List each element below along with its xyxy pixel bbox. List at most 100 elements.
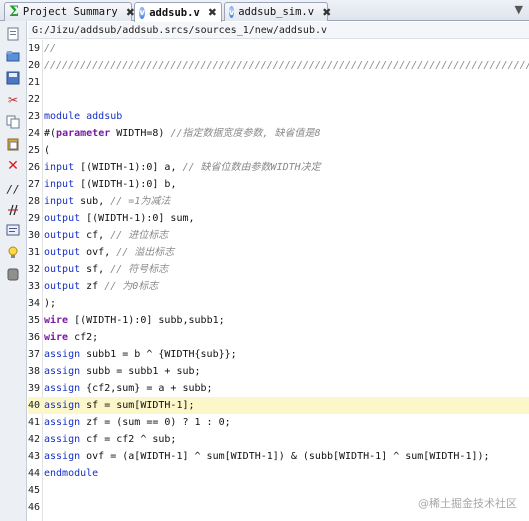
- code-token: {cf2,sum} = a + subb;: [80, 383, 213, 394]
- paste-icon[interactable]: [5, 136, 21, 152]
- code-line[interactable]: 24 #(parameter WIDTH=8) //指定数据宽度参数, 缺省值是8: [28, 125, 529, 142]
- code-text: assign subb1 = b ^ {WIDTH{sub}};: [42, 349, 237, 360]
- verilog-file-icon: v: [139, 6, 146, 19]
- code-line[interactable]: 29 output [(WIDTH-1):0] sum,: [28, 210, 529, 227]
- code-keyword: endmodule: [44, 468, 99, 479]
- code-line[interactable]: 27 input [(WIDTH-1):0] b,: [28, 176, 529, 193]
- code-comment: //: [44, 43, 57, 54]
- code-line[interactable]: 26 input [(WIDTH-1):0] a, // 缺省位数由参数WIDTH…: [28, 159, 529, 176]
- code-line[interactable]: 37 assign subb1 = b ^ {WIDTH{sub}};: [28, 346, 529, 363]
- code-line[interactable]: 25(: [28, 142, 529, 159]
- code-line[interactable]: 43 assign ovf = (a[WIDTH-1] ^ sum[WIDTH-1…: [28, 448, 529, 465]
- code-keyword: parameter: [56, 128, 111, 139]
- code-line[interactable]: 35 wire [(WIDTH-1):0] subb,subb1;: [28, 312, 529, 329]
- code-keyword: assign: [44, 451, 81, 462]
- code-comment: // 溢出标志: [116, 247, 175, 258]
- code-token: ovf,: [80, 247, 117, 258]
- code-comment: // 缺省位数由参数WIDTH决定: [182, 162, 321, 173]
- code-line[interactable]: 33 output zf // 为0标志: [28, 278, 529, 295]
- code-token: [(WIDTH-1):0] subb,subb1;: [68, 315, 225, 326]
- cut-icon[interactable]: ✂: [5, 92, 21, 108]
- insert-template-icon[interactable]: [5, 266, 21, 282]
- code-text: input [(WIDTH-1):0] a, // 缺省位数由参数WIDTH决定: [42, 162, 321, 173]
- code-line[interactable]: 22: [28, 91, 529, 108]
- code-line[interactable]: 21: [28, 74, 529, 91]
- code-line[interactable]: 23 module addsub: [28, 108, 529, 125]
- code-token: (: [44, 145, 51, 156]
- code-text: assign sf = sum[WIDTH-1];: [42, 400, 195, 411]
- line-number: 37: [28, 349, 41, 360]
- line-number: 21: [28, 77, 41, 88]
- line-number: 41: [28, 417, 41, 428]
- code-line[interactable]: 20//////////////////////////////////////…: [28, 57, 529, 74]
- code-line[interactable]: 44 endmodule: [28, 465, 529, 482]
- save-icon[interactable]: [5, 70, 21, 86]
- code-text: output [(WIDTH-1):0] sum,: [42, 213, 195, 224]
- code-text: ////////////////////////////////////////…: [42, 60, 529, 71]
- code-line[interactable]: 40 assign sf = sum[WIDTH-1];: [28, 397, 529, 414]
- code-editor[interactable]: 19//20//////////////////////////////////…: [28, 40, 529, 521]
- tab-label: Project Summary: [22, 6, 118, 18]
- code-keyword: wire: [44, 315, 69, 326]
- code-token: [(WIDTH-1):0] sum,: [80, 213, 195, 224]
- line-number: 39: [28, 383, 41, 394]
- code-keyword: output: [44, 281, 81, 292]
- tab-list-menu-icon[interactable]: ▼: [515, 3, 523, 16]
- comment-icon[interactable]: //: [5, 181, 21, 197]
- code-text: endmodule: [42, 468, 98, 479]
- copy-icon[interactable]: [5, 114, 21, 130]
- delete-icon[interactable]: ✕: [5, 158, 21, 174]
- tab-addsub-sim-v[interactable]: v addsub_sim.v ✖: [224, 2, 331, 21]
- line-number: 34: [28, 298, 41, 309]
- code-keyword: output: [44, 264, 81, 275]
- code-comment: // 为0标志: [104, 281, 159, 292]
- tab-label: addsub_sim.v: [238, 6, 315, 18]
- sigma-icon: Σ: [9, 4, 19, 20]
- code-line[interactable]: 30 output cf, // 进位标志: [28, 227, 529, 244]
- code-comment: // =1为减法: [110, 196, 171, 207]
- code-token: sf,: [80, 264, 111, 275]
- line-number: 45: [28, 485, 41, 496]
- code-text: assign ovf = (a[WIDTH-1] ^ sum[WIDTH-1])…: [42, 451, 490, 462]
- code-keyword: output: [44, 213, 81, 224]
- new-file-icon[interactable]: [5, 26, 21, 42]
- code-line[interactable]: 42 assign cf = cf2 ^ sub;: [28, 431, 529, 448]
- close-icon[interactable]: ✖: [208, 6, 217, 19]
- code-token: ovf = (a[WIDTH-1] ^ sum[WIDTH-1]) & (sub…: [80, 451, 490, 462]
- code-keyword: input: [44, 162, 75, 173]
- verilog-file-icon: v: [229, 6, 235, 18]
- open-icon[interactable]: [5, 48, 21, 64]
- file-path: G:/Jizu/addsub/addsub.srcs/sources_1/new…: [28, 22, 529, 39]
- code-line[interactable]: 31 output ovf, // 溢出标志: [28, 244, 529, 261]
- code-keyword: assign: [44, 400, 81, 411]
- code-text: //: [42, 43, 56, 54]
- hint-icon[interactable]: [5, 244, 21, 260]
- code-line[interactable]: 36 wire cf2;: [28, 329, 529, 346]
- code-line[interactable]: 39 assign {cf2,sum} = a + subb;: [28, 380, 529, 397]
- code-text: #(parameter WIDTH=8) //指定数据宽度参数, 缺省值是8: [42, 128, 321, 139]
- close-icon[interactable]: ✖: [322, 6, 331, 19]
- line-number: 29: [28, 213, 41, 224]
- code-line[interactable]: 38 assign subb = subb1 + sub;: [28, 363, 529, 380]
- code-token: WIDTH=8): [110, 128, 171, 139]
- code-line[interactable]: 28 input sub, // =1为减法: [28, 193, 529, 210]
- tab-project-summary[interactable]: Σ Project Summary ✖: [4, 2, 135, 21]
- code-keyword: assign: [44, 434, 81, 445]
- format-icon[interactable]: [5, 222, 21, 238]
- line-number: 42: [28, 434, 41, 445]
- code-text: );: [42, 298, 56, 309]
- uncomment-icon[interactable]: [5, 202, 21, 218]
- line-number: 23: [28, 111, 41, 122]
- code-line[interactable]: 32 output sf, // 符号标志: [28, 261, 529, 278]
- code-keyword: input: [44, 179, 75, 190]
- code-token: cf,: [80, 230, 111, 241]
- code-comment: // 符号标志: [110, 264, 169, 275]
- code-text: output sf, // 符号标志: [42, 264, 168, 275]
- code-line[interactable]: 34);: [28, 295, 529, 312]
- tab-addsub-v[interactable]: v addsub.v ✖: [134, 2, 222, 22]
- code-token: subb = subb1 + sub;: [80, 366, 201, 377]
- line-number: 46: [28, 502, 41, 513]
- code-line[interactable]: 19//: [28, 40, 529, 57]
- code-line[interactable]: 41 assign zf = (sum == 0) ? 1 : 0;: [28, 414, 529, 431]
